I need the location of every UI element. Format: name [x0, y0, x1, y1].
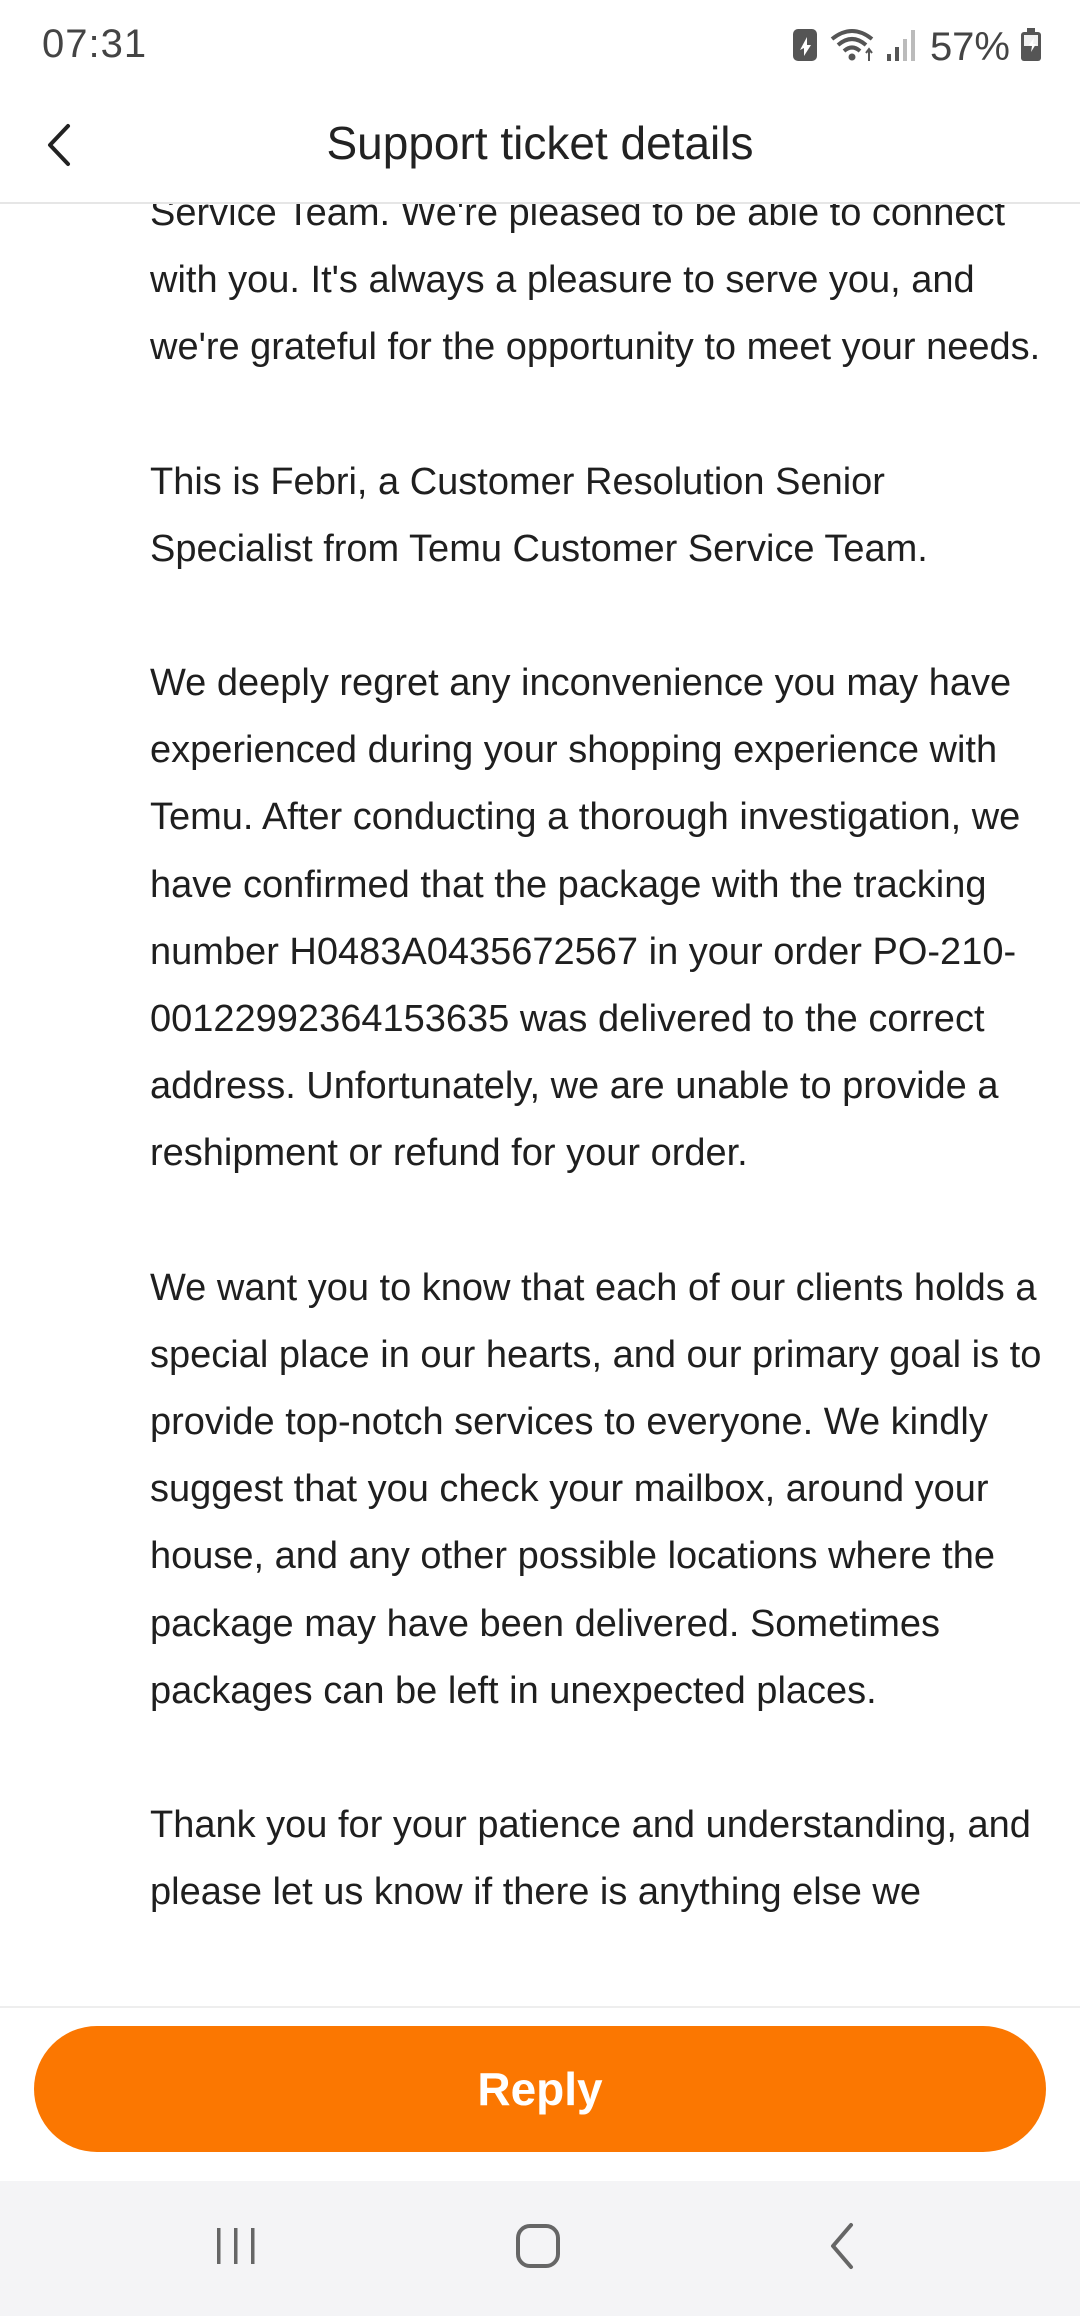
home-icon — [516, 2224, 560, 2268]
message-paragraph: Thank you for your patience and understa… — [150, 1804, 1031, 1914]
system-back-button[interactable] — [797, 2211, 887, 2281]
battery-saver-icon — [792, 28, 818, 67]
status-bar: 07:31 57% — [0, 0, 1080, 92]
recent-apps-button[interactable] — [191, 2211, 281, 2281]
ticket-message-scroll[interactable]: Service Team. We're pleased to be able t… — [0, 204, 1080, 2006]
message-paragraph: We deeply regret any inconvenience you m… — [150, 662, 1021, 1175]
signal-icon — [886, 28, 916, 67]
message-paragraph: Service Team. We're pleased to be able t… — [150, 204, 1041, 369]
back-icon — [831, 2223, 853, 2269]
battery-percent: 57% — [929, 24, 1010, 69]
message-paragraph: We want you to know that each of our cli… — [150, 1266, 1042, 1712]
recent-apps-icon — [217, 2228, 255, 2264]
page-title: Support ticket details — [326, 117, 754, 169]
system-nav-bar — [0, 2181, 1080, 2316]
status-time: 07:31 — [42, 22, 148, 66]
app-header: Support ticket details — [0, 92, 1080, 204]
message-paragraph: This is Febri, a Customer Resolution Sen… — [150, 460, 928, 570]
battery-charging-icon — [1020, 27, 1042, 67]
home-button[interactable] — [493, 2211, 583, 2281]
reply-button[interactable]: Reply — [34, 2026, 1046, 2152]
status-icons: 57% — [792, 22, 1042, 72]
footer: Reply — [0, 2006, 1080, 2183]
wifi-icon — [828, 27, 876, 68]
ticket-message: Service Team. We're pleased to be able t… — [150, 204, 1050, 1993]
